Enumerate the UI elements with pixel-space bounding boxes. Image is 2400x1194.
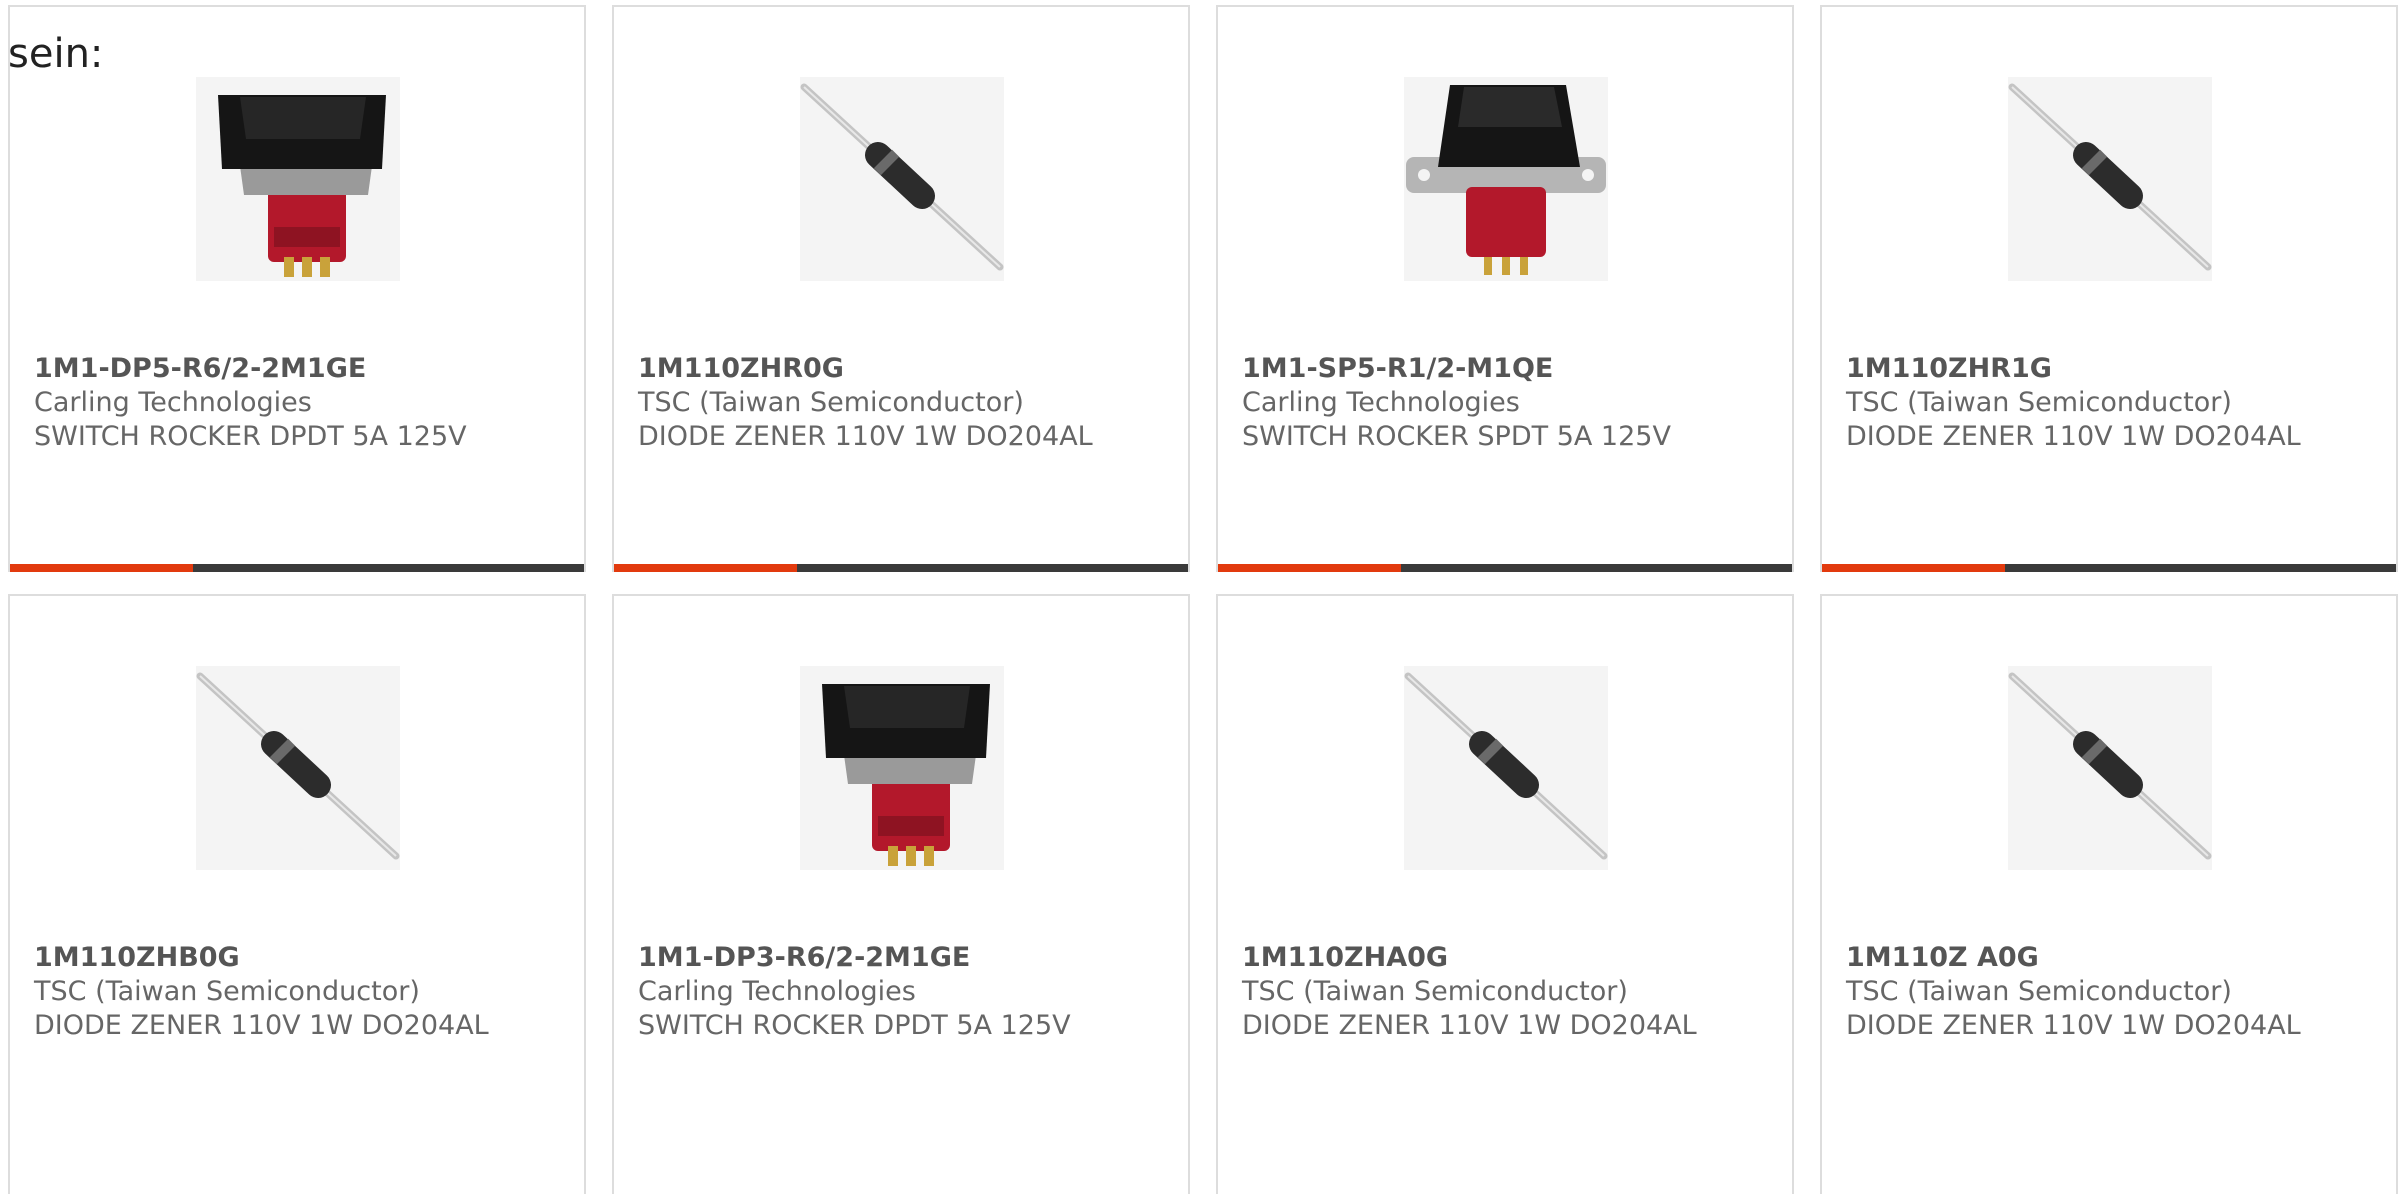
product-image[interactable] (2008, 666, 2212, 870)
description: DIODE ZENER 110V 1W DO204AL (1846, 421, 2301, 452)
product-info: 1M1-SP5-R1/2-M1QE Carling Technologies S… (1242, 352, 1671, 454)
product-card[interactable]: 1M110ZHR1G TSC (Taiwan Semiconductor) DI… (1820, 5, 2398, 572)
product-info: 1M110Z A0G TSC (Taiwan Semiconductor) DI… (1846, 941, 2301, 1043)
part-number[interactable]: 1M110Z A0G (1846, 941, 2301, 975)
product-info: 1M1-DP3-R6/2-2M1GE Carling Technologies … (638, 941, 1071, 1043)
card-progress-accent (1822, 564, 2005, 572)
card-progress-accent (1218, 564, 1401, 572)
zener-diode-icon (1404, 666, 1608, 870)
product-image[interactable] (800, 77, 1004, 281)
manufacturer: TSC (Taiwan Semiconductor) (34, 976, 420, 1007)
description: DIODE ZENER 110V 1W DO204AL (1846, 1010, 2301, 1041)
zener-diode-icon (2008, 666, 2212, 870)
rocker-switch-dpdt-icon (800, 666, 1004, 870)
product-info: 1M110ZHA0G TSC (Taiwan Semiconductor) DI… (1242, 941, 1697, 1043)
description: SWITCH ROCKER DPDT 5A 125V (638, 1010, 1071, 1041)
rocker-switch-dpdt-icon (196, 77, 400, 281)
product-card[interactable]: 1M110ZHB0G TSC (Taiwan Semiconductor) DI… (8, 594, 586, 1194)
product-info: 1M110ZHR1G TSC (Taiwan Semiconductor) DI… (1846, 352, 2301, 454)
manufacturer: Carling Technologies (1242, 387, 1520, 418)
part-number[interactable]: 1M110ZHR0G (638, 352, 1093, 386)
product-image[interactable] (1404, 666, 1608, 870)
rocker-switch-spdt-icon (1404, 77, 1608, 281)
card-progress-bar (1218, 564, 1792, 572)
product-info: 1M1-DP5-R6/2-2M1GE Carling Technologies … (34, 352, 467, 454)
description: SWITCH ROCKER DPDT 5A 125V (34, 421, 467, 452)
product-grid: 1M1-DP5-R6/2-2M1GE Carling Technologies … (8, 5, 2398, 1194)
product-card[interactable]: 1M1-DP5-R6/2-2M1GE Carling Technologies … (8, 5, 586, 572)
description: DIODE ZENER 110V 1W DO204AL (1242, 1010, 1697, 1041)
zener-diode-icon (2008, 77, 2212, 281)
zener-diode-icon (800, 77, 1004, 281)
product-card[interactable]: 1M1-SP5-R1/2-M1QE Carling Technologies S… (1216, 5, 1794, 572)
description: DIODE ZENER 110V 1W DO204AL (34, 1010, 489, 1041)
manufacturer: Carling Technologies (34, 387, 312, 418)
part-number[interactable]: 1M1-SP5-R1/2-M1QE (1242, 352, 1671, 386)
product-card[interactable]: 1M110ZHA0G TSC (Taiwan Semiconductor) DI… (1216, 594, 1794, 1194)
manufacturer: TSC (Taiwan Semiconductor) (1242, 976, 1628, 1007)
intro-text: sein: (8, 31, 104, 77)
description: DIODE ZENER 110V 1W DO204AL (638, 421, 1093, 452)
product-info: 1M110ZHR0G TSC (Taiwan Semiconductor) DI… (638, 352, 1093, 454)
product-card[interactable]: 1M110Z A0G TSC (Taiwan Semiconductor) DI… (1820, 594, 2398, 1194)
zener-diode-icon (196, 666, 400, 870)
product-image[interactable] (1404, 77, 1608, 281)
part-number[interactable]: 1M1-DP5-R6/2-2M1GE (34, 352, 467, 386)
product-card[interactable]: 1M110ZHR0G TSC (Taiwan Semiconductor) DI… (612, 5, 1190, 572)
product-card[interactable]: 1M1-DP3-R6/2-2M1GE Carling Technologies … (612, 594, 1190, 1194)
part-number[interactable]: 1M110ZHA0G (1242, 941, 1697, 975)
manufacturer: TSC (Taiwan Semiconductor) (1846, 976, 2232, 1007)
product-image[interactable] (196, 666, 400, 870)
part-number[interactable]: 1M110ZHR1G (1846, 352, 2301, 386)
description: SWITCH ROCKER SPDT 5A 125V (1242, 421, 1671, 452)
card-progress-bar (614, 564, 1188, 572)
product-image[interactable] (2008, 77, 2212, 281)
card-progress-accent (614, 564, 797, 572)
manufacturer: TSC (Taiwan Semiconductor) (638, 387, 1024, 418)
card-progress-bar (1822, 564, 2396, 572)
part-number[interactable]: 1M1-DP3-R6/2-2M1GE (638, 941, 1071, 975)
part-number[interactable]: 1M110ZHB0G (34, 941, 489, 975)
product-info: 1M110ZHB0G TSC (Taiwan Semiconductor) DI… (34, 941, 489, 1043)
manufacturer: TSC (Taiwan Semiconductor) (1846, 387, 2232, 418)
card-progress-bar (10, 564, 584, 572)
card-progress-accent (10, 564, 193, 572)
product-image[interactable] (800, 666, 1004, 870)
manufacturer: Carling Technologies (638, 976, 916, 1007)
product-image[interactable] (196, 77, 400, 281)
